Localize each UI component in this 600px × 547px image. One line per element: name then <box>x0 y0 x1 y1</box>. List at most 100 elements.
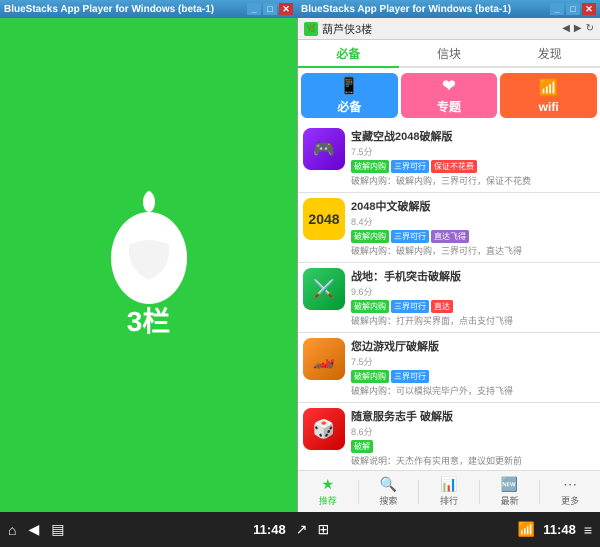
left-title-bar: BlueStacks App Player for Windows (beta-… <box>0 0 297 18</box>
nav-item-3[interactable]: 🆕 最新 <box>480 471 540 512</box>
app-title-name: 葫芦侠3楼 <box>322 21 372 37</box>
app-tag-3-1: 三界可行 <box>391 370 429 383</box>
cat-label-0: 必备 <box>337 98 361 115</box>
share-icon[interactable]: ↗ <box>296 521 308 538</box>
nav-item-0[interactable]: ★ 推荐 <box>298 471 358 512</box>
app-name-2: 战地：手机突击破解版 <box>351 268 595 284</box>
app-info-1: 2048中文破解版 8.4分 破解内购三界可行直达飞得 破解内购：破解内购，三界… <box>351 198 595 257</box>
left-window-controls: _ □ ✕ <box>247 3 293 15</box>
wifi-icon: 📶 <box>539 78 559 98</box>
app-info-3: 您边游戏厅破解版 7.5分 破解内购三界可行 破解内购：可以模拟完毕户外，支持飞… <box>351 338 595 397</box>
clock-right: 11:48 <box>543 522 576 537</box>
tab-0[interactable]: 必备 <box>298 40 399 68</box>
taskbar-left-icons: ⌂ ◀ ▤ <box>8 521 64 538</box>
forward-arrow-btn[interactable]: ▶ <box>574 23 582 34</box>
right-window: 🌿 葫芦侠3楼 ◀ ▶ ↻ 必备 信块 发现 📱 必备 ❤ 专题 <box>297 18 600 512</box>
category-btn-1[interactable]: ❤ 专题 <box>401 73 498 118</box>
app-icon: 🌿 <box>304 22 318 36</box>
heart-icon: ❤ <box>442 76 455 96</box>
nav-icon-3: 🆕 <box>501 476 518 493</box>
network-icon: 📶 <box>518 521 535 538</box>
nav-item-1[interactable]: 🔍 搜索 <box>359 471 419 512</box>
app-name-1: 2048中文破解版 <box>351 198 595 214</box>
home-icon[interactable]: ⌂ <box>8 522 16 538</box>
app-tag-2-0: 破解内购 <box>351 300 389 313</box>
right-window-controls: _ □ ✕ <box>550 3 596 15</box>
nav-label-0: 推荐 <box>319 494 337 507</box>
logo-label: 3栏 <box>127 306 171 337</box>
app-item-1[interactable]: 2048 2048中文破解版 8.4分 破解内购三界可行直达飞得 破解内购：破解… <box>298 193 600 263</box>
nav-label-3: 最新 <box>501 494 519 507</box>
category-btn-2[interactable]: 📶 wifi <box>500 73 597 118</box>
app-name-0: 宝藏空战2048破解版 <box>351 128 595 144</box>
clock: 11:48 <box>253 522 286 537</box>
app-info-0: 宝藏空战2048破解版 7.5分 破解内购三界可行保证不花费 破解内购：破解内购… <box>351 128 595 187</box>
tab-1[interactable]: 信块 <box>399 40 500 68</box>
right-close-btn[interactable]: ✕ <box>582 3 596 15</box>
app-tag-4-0: 破解 <box>351 440 373 453</box>
left-maximize-btn[interactable]: □ <box>263 3 277 15</box>
left-window: 3栏 <box>0 18 297 512</box>
nav-item-2[interactable]: 📊 排行 <box>419 471 479 512</box>
app-item-2[interactable]: ⚔️ 战地：手机突击破解版 9.6分 破解内购三界可行直达 破解内购：打开购买界… <box>298 263 600 333</box>
app-item-0[interactable]: 🎮 宝藏空战2048破解版 7.5分 破解内购三界可行保证不花费 破解内购：破解… <box>298 123 600 193</box>
app-list[interactable]: 🎮 宝藏空战2048破解版 7.5分 破解内购三界可行保证不花费 破解内购：破解… <box>298 123 600 470</box>
mobile-icon: 📱 <box>339 76 359 96</box>
app-desc-3: 破解内购：可以模拟完毕户外，支持飞得 <box>351 384 595 397</box>
nav-label-2: 排行 <box>440 494 458 507</box>
app-tag-2-1: 三界可行 <box>391 300 429 313</box>
right-maximize-btn[interactable]: □ <box>566 3 580 15</box>
nav-icon-2: 📊 <box>440 476 457 493</box>
app-desc-0: 破解内购：破解内购，三界可行，保证不花费 <box>351 174 595 187</box>
app-rating-2: 9.6分 <box>351 285 595 298</box>
app-name-3: 您边游戏厅破解版 <box>351 338 595 354</box>
app-item-3[interactable]: 🏎️ 您边游戏厅破解版 7.5分 破解内购三界可行 破解内购：可以模拟完毕户外，… <box>298 333 600 403</box>
back-arrow-btn[interactable]: ◀ <box>562 23 570 34</box>
app-tag-2-2: 直达 <box>431 300 453 313</box>
app-special-icon-1: 2048 <box>303 198 345 240</box>
app-info-2: 战地：手机突击破解版 9.6分 破解内购三界可行直达 破解内购：打开购买界面，点… <box>351 268 595 327</box>
cat-label-2: wifi <box>539 100 559 114</box>
app-tag-3-0: 破解内购 <box>351 370 389 383</box>
menu-right-icon[interactable]: ≡ <box>584 522 592 538</box>
category-row: 📱 必备 ❤ 专题 📶 wifi <box>298 68 600 123</box>
refresh-btn[interactable]: ↻ <box>586 23 594 34</box>
nav-icon-4: ⋯ <box>563 476 577 493</box>
taskbar-app-icon[interactable]: ⊞ <box>317 521 329 538</box>
nav-label-4: 更多 <box>561 494 579 507</box>
app-desc-1: 破解内购：破解内购，三界可行，直达飞得 <box>351 244 595 257</box>
app-rating-3: 7.5分 <box>351 355 595 368</box>
nav-icon-1: 🔍 <box>380 476 397 493</box>
left-app-content: 3栏 <box>0 18 297 512</box>
app-icon-3: 🏎️ <box>303 338 345 380</box>
menu-icon[interactable]: ▤ <box>51 521 64 538</box>
app-title-bar: 🌿 葫芦侠3楼 ◀ ▶ ↻ <box>298 18 600 40</box>
app-rating-4: 8.6分 <box>351 425 595 438</box>
app-icon-2: ⚔️ <box>303 268 345 310</box>
app-tag-1-0: 破解内购 <box>351 230 389 243</box>
app-tag-1-1: 三界可行 <box>391 230 429 243</box>
left-minimize-btn[interactable]: _ <box>247 3 261 15</box>
app-rating-0: 7.5分 <box>351 145 595 158</box>
taskbar-center: 11:48 ↗ ⊞ <box>253 521 329 538</box>
left-window-title: BlueStacks App Player for Windows (beta-… <box>4 4 214 15</box>
category-btn-0[interactable]: 📱 必备 <box>301 73 398 118</box>
app-tag-0-0: 破解内购 <box>351 160 389 173</box>
nav-item-4[interactable]: ⋯ 更多 <box>540 471 600 512</box>
tab-2[interactable]: 发现 <box>499 40 600 68</box>
nav-label-1: 搜索 <box>379 494 397 507</box>
app-icon-4: 🎲 <box>303 408 345 450</box>
taskbar-right-icons: 📶 11:48 ≡ <box>518 521 592 538</box>
left-close-btn[interactable]: ✕ <box>279 3 293 15</box>
app-item-4[interactable]: 🎲 随意服务志手 破解版 8.6分 破解 破解说明：天杰作有实用意，建议如更新前 <box>298 403 600 470</box>
app-title-left: 🌿 葫芦侠3楼 <box>304 21 372 37</box>
right-minimize-btn[interactable]: _ <box>550 3 564 15</box>
back-icon[interactable]: ◀ <box>28 521 39 538</box>
app-tag-1-2: 直达飞得 <box>431 230 469 243</box>
right-window-title: BlueStacks App Player for Windows (beta-… <box>301 4 511 15</box>
bottom-nav: ★ 推荐 🔍 搜索 📊 排行 🆕 最新 ⋯ 更多 <box>298 470 600 512</box>
app-name-4: 随意服务志手 破解版 <box>351 408 595 424</box>
app-tag-0-2: 保证不花费 <box>431 160 477 173</box>
app-logo: 3栏 <box>99 190 199 340</box>
app-icon-0: 🎮 <box>303 128 345 170</box>
